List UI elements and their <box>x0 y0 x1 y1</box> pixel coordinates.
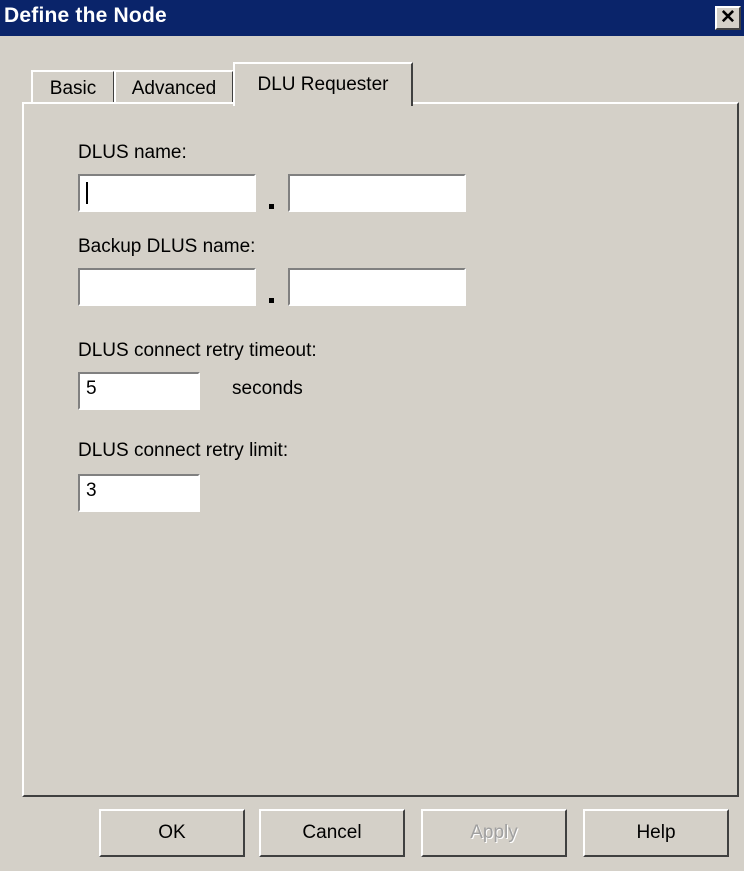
tab-basic[interactable]: Basic <box>31 70 115 104</box>
window-title: Define the Node <box>4 4 167 27</box>
tab-panel-dlu-requester: DLUS name: Backup DLUS name: DLUS connec… <box>22 102 739 797</box>
apply-button[interactable]: Apply <box>421 809 567 857</box>
retry-timeout-input[interactable]: 5 <box>78 372 200 410</box>
backup-dlus-name-cp-input[interactable] <box>288 268 466 306</box>
backup-dlus-name-network-input[interactable] <box>78 268 256 306</box>
title-bar[interactable]: Define the Node ✕ <box>0 0 744 36</box>
define-node-dialog: Define the Node ✕ Basic Advanced DLU Req… <box>0 0 744 871</box>
backup-dlus-name-label: Backup DLUS name: <box>78 236 256 257</box>
dlus-name-network-input[interactable] <box>78 174 256 212</box>
retry-limit-input[interactable]: 3 <box>78 474 200 512</box>
tab-dlu-requester-label: DLU Requester <box>257 74 389 95</box>
dlus-name-label: DLUS name: <box>78 142 187 163</box>
tab-dlu-requester[interactable]: DLU Requester <box>233 62 413 106</box>
text-cursor <box>86 182 88 204</box>
tab-advanced-label: Advanced <box>131 78 217 99</box>
close-icon: ✕ <box>720 7 736 28</box>
cancel-button[interactable]: Cancel <box>259 809 405 857</box>
retry-limit-label: DLUS connect retry limit: <box>78 440 289 461</box>
retry-timeout-unit: seconds <box>232 378 303 399</box>
help-button[interactable]: Help <box>583 809 729 857</box>
backup-dlus-name-separator <box>269 298 274 303</box>
retry-timeout-label: DLUS connect retry timeout: <box>78 340 317 361</box>
close-button[interactable]: ✕ <box>715 6 741 30</box>
tab-advanced[interactable]: Advanced <box>114 70 234 104</box>
dlus-name-cp-input[interactable] <box>288 174 466 212</box>
ok-button[interactable]: OK <box>99 809 245 857</box>
dlus-name-separator <box>269 204 274 209</box>
tab-basic-label: Basic <box>49 78 97 99</box>
